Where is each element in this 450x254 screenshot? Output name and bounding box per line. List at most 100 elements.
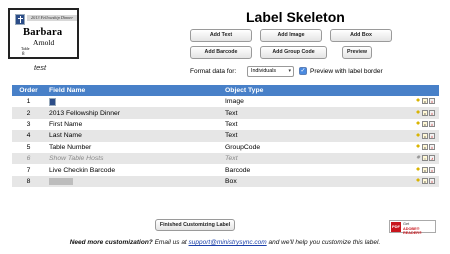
table-header-row: Order Field Name Object Type — [12, 85, 439, 96]
add-image-button[interactable]: Add Image — [260, 29, 322, 42]
footer-text-after: and we'll help you customize this label. — [266, 239, 381, 246]
edit-icon[interactable]: ≡ — [422, 178, 428, 185]
add-group-code-button[interactable]: Add Group Code — [260, 46, 327, 59]
chevron-down-icon: ▾ — [288, 68, 291, 74]
row-field-name: Table Number — [49, 143, 92, 151]
format-data-label: Format data for: — [190, 68, 237, 75]
image-thumbnail-icon — [49, 97, 56, 106]
row-object-type: Image — [225, 98, 244, 106]
visibility-bulb-icon[interactable]: ✹ — [415, 110, 421, 116]
adobe-get-label: Get — [403, 222, 410, 226]
visibility-bulb-icon[interactable]: ✹ — [415, 178, 421, 184]
row-object-type: Box — [225, 177, 237, 185]
row-object-type: Text — [225, 120, 238, 128]
footer-text-before: Email us at — [152, 239, 189, 246]
row-order: 4 — [26, 132, 31, 140]
box-swatch — [49, 177, 73, 185]
move-icon[interactable]: ⇕ — [429, 143, 435, 150]
table-row[interactable]: 2 2013 Fellowship Dinner Text ✹ ≡ ⇕ — [12, 107, 439, 119]
header-object-type: Object Type — [225, 87, 264, 94]
visibility-bulb-icon[interactable]: ✹ — [415, 133, 421, 139]
row-order: 1 — [26, 98, 31, 106]
format-data-selected: Individuals — [251, 68, 277, 74]
row-order: 6 — [26, 155, 31, 163]
move-icon[interactable]: ⇕ — [429, 121, 435, 128]
row-order: 5 — [26, 143, 31, 151]
row-object-type: Text — [225, 132, 238, 140]
row-field-name: 2013 Fellowship Dinner — [49, 109, 121, 117]
get-adobe-reader-link[interactable]: PDF Get ADOBE® READER® — [389, 220, 436, 235]
visibility-bulb-icon[interactable]: ✹ — [415, 167, 421, 173]
preview-event-name: 2013 Fellowship Dinner — [27, 15, 77, 21]
row-actions: ✹ ≡ ⇕ — [401, 130, 439, 141]
preview-border-checkbox[interactable]: ✓ — [299, 67, 307, 75]
preview-first-name: Barbara — [23, 27, 63, 38]
visibility-bulb-icon[interactable]: ✹ — [415, 121, 421, 127]
row-object-type: Text — [225, 109, 238, 117]
row-actions: ✹ ≡ ⇕ — [401, 119, 439, 130]
edit-icon[interactable]: ≡ — [422, 132, 428, 139]
finished-customizing-button[interactable]: Finished Customizing Label — [155, 219, 235, 231]
row-field-name: Show Table Hosts — [49, 155, 104, 163]
edit-icon[interactable]: ≡ — [422, 121, 428, 128]
row-actions: ✹ ≡ ⇕ — [401, 96, 439, 107]
row-actions: ✹ ≡ ⇕ — [401, 153, 439, 164]
table-row[interactable]: 1 Image ✹ ≡ ⇕ — [12, 96, 439, 108]
preview-table-number: 8 — [22, 52, 25, 57]
row-order: 8 — [26, 177, 31, 185]
row-field-name: Live Checkin Barcode — [49, 166, 116, 174]
footer-bold-text: Need more customization? — [69, 239, 153, 246]
edit-icon[interactable]: ≡ — [422, 143, 428, 150]
edit-icon[interactable]: ≡ — [422, 109, 428, 116]
row-actions: ✹ ≡ ⇕ — [401, 142, 439, 153]
row-field-name — [45, 176, 221, 187]
add-box-button[interactable]: Add Box — [330, 29, 392, 42]
move-icon[interactable]: ⇕ — [429, 132, 435, 139]
preview-last-name: Arnold — [33, 38, 55, 47]
preview-border-label: Preview with label border — [310, 68, 383, 75]
row-object-type: GroupCode — [225, 143, 261, 151]
page-title: Label Skeleton — [246, 9, 345, 25]
table-row[interactable]: 7 Live Checkin Barcode Barcode ✹ ≡ ⇕ — [12, 164, 439, 176]
visibility-bulb-icon[interactable]: ✹ — [415, 98, 421, 104]
row-actions: ✹ ≡ ⇕ — [401, 176, 439, 187]
header-field-name: Field Name — [49, 87, 86, 94]
church-logo-icon — [15, 14, 25, 25]
table-row[interactable]: 4 Last Name Text ✹ ≡ ⇕ — [12, 130, 439, 142]
row-field-name: Last Name — [49, 132, 82, 140]
move-icon[interactable]: ⇕ — [429, 109, 435, 116]
row-order: 7 — [26, 166, 31, 174]
row-field-name: First Name — [49, 120, 83, 128]
row-object-type: Barcode — [225, 166, 251, 174]
adobe-reader-label: ADOBE® READER® — [403, 227, 422, 235]
support-email-link[interactable]: support@ministrysync.com — [189, 239, 267, 246]
table-row[interactable]: 3 First Name Text ✹ ≡ ⇕ — [12, 118, 439, 131]
row-order: 2 — [26, 109, 31, 117]
row-actions: ✹ ≡ ⇕ — [401, 164, 439, 175]
visibility-bulb-icon[interactable]: ✹ — [415, 144, 421, 150]
header-actions — [401, 85, 439, 96]
header-order: Order — [19, 87, 38, 94]
add-barcode-button[interactable]: Add Barcode — [190, 46, 252, 59]
move-icon[interactable]: ⇕ — [429, 155, 435, 162]
table-row[interactable]: 8 Box ✹ ≡ ⇕ — [12, 175, 439, 188]
move-icon[interactable]: ⇕ — [429, 98, 435, 105]
move-icon[interactable]: ⇕ — [429, 166, 435, 173]
format-data-select[interactable]: Individuals ▾ — [247, 66, 294, 77]
table-row[interactable]: 5 Table Number GroupCode ✹ ≡ ⇕ — [12, 141, 439, 153]
preview-button[interactable]: Preview — [342, 46, 372, 59]
label-fields-table: Order Field Name Object Type 1 Image ✹ ≡ ⇕… — [12, 85, 439, 188]
add-text-button[interactable]: Add Text — [190, 29, 252, 42]
row-object-type: Text — [225, 155, 238, 163]
label-preview: 2013 Fellowship Dinner Barbara Arnold Ta… — [8, 8, 79, 59]
edit-icon[interactable]: ≡ — [422, 155, 428, 162]
row-field-name — [45, 96, 221, 107]
move-icon[interactable]: ⇕ — [429, 178, 435, 185]
adobe-pdf-icon: PDF — [391, 222, 401, 232]
preview-table-label: Table — [21, 47, 30, 51]
edit-icon[interactable]: ≡ — [422, 166, 428, 173]
visibility-bulb-off-icon[interactable]: ✹ — [415, 155, 421, 161]
footer-help-text: Need more customization? Email us at sup… — [0, 239, 450, 246]
table-row[interactable]: 6 Show Table Hosts Text ✹ ≡ ⇕ — [12, 152, 439, 165]
edit-icon[interactable]: ≡ — [422, 98, 428, 105]
